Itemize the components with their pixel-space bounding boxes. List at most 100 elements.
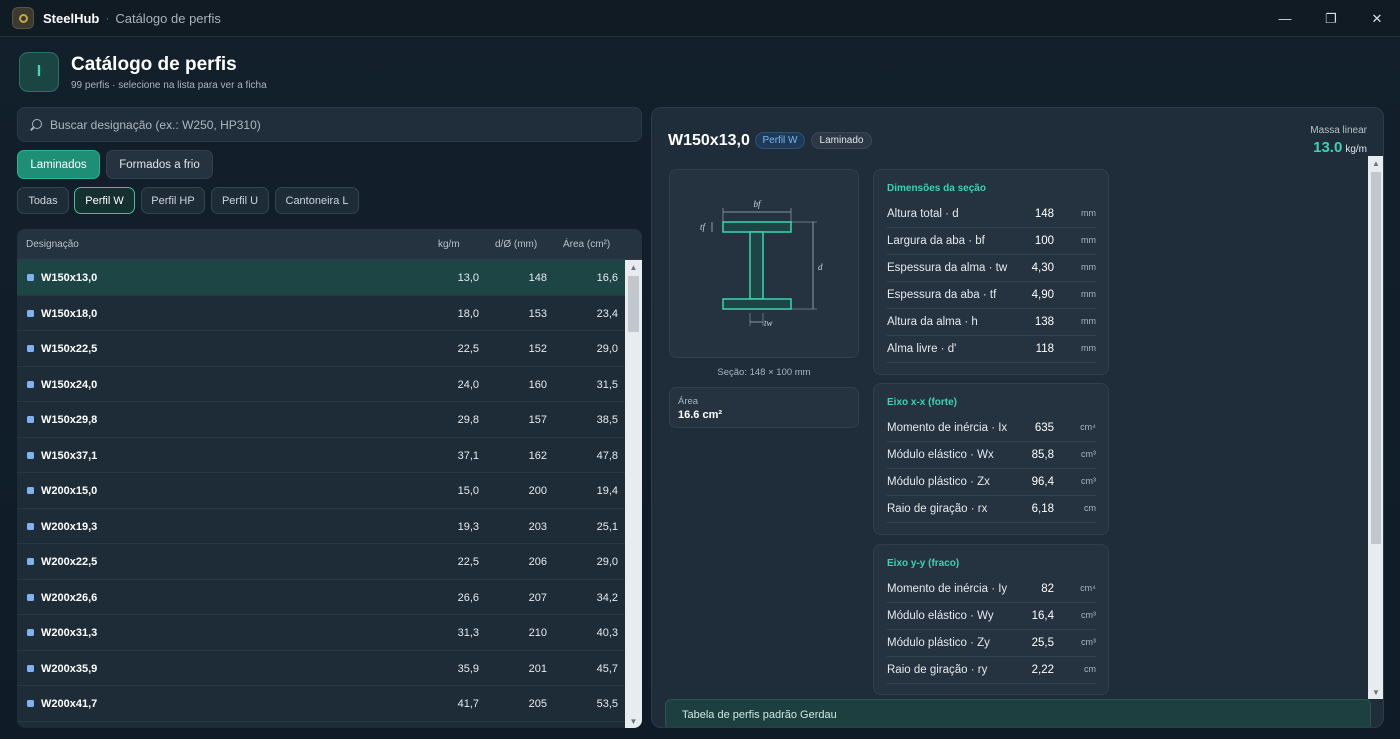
- tab-laminados[interactable]: Laminados: [17, 150, 100, 179]
- table-row[interactable]: W200x31,3 31,3 210 40,3: [17, 615, 625, 651]
- cell-designacao: W200x35,9: [41, 662, 98, 675]
- table-row[interactable]: W200x22,5 22,5 206 29,0: [17, 544, 625, 580]
- type-marker-icon: [27, 380, 34, 388]
- detail-scrollbar[interactable]: ▲ ▼: [1368, 156, 1383, 699]
- cell-designacao: W200x26,6: [41, 591, 98, 604]
- type-marker-icon: [27, 274, 34, 281]
- table-row[interactable]: W200x15,0 15,0 200 19,4: [17, 473, 625, 509]
- maximize-button[interactable]: ❐: [1308, 0, 1354, 37]
- cell-kgm: 29,8: [457, 414, 479, 426]
- scroll-thumb[interactable]: [628, 276, 639, 332]
- title-separator: ·: [105, 11, 110, 25]
- filter-perfil-u[interactable]: Perfil U: [211, 187, 269, 214]
- search-input[interactable]: [50, 117, 590, 132]
- table-row[interactable]: W200x26,6 26,6 207 34,2: [17, 580, 625, 615]
- cell-area: 47,8: [596, 449, 618, 462]
- property-value: 16,4: [1031, 610, 1054, 622]
- process-badge: Laminado: [811, 132, 872, 149]
- cell-area: 19,4: [596, 485, 618, 497]
- property-row: Alma livre · d' 118 mm: [887, 336, 1096, 363]
- property-unit: cm³: [1081, 637, 1096, 647]
- property-label: Módulo plástico · Zy: [887, 637, 990, 649]
- property-label: Espessura da alma · tw: [887, 262, 1008, 274]
- scroll-down-button[interactable]: ▼: [1368, 685, 1383, 699]
- detail-panel: W150x13,0 Perfil W Laminado Massa linear…: [651, 107, 1384, 728]
- section-drawing: bf tf d tw: [669, 169, 859, 358]
- cell-designacao: W150x18,0: [41, 307, 98, 320]
- property-value: 148: [1034, 208, 1054, 220]
- property-value: 100: [1034, 235, 1054, 247]
- property-label: Raio de giração · rx: [887, 503, 988, 515]
- type-marker-icon: [27, 487, 34, 494]
- filter-todas[interactable]: Todas: [17, 187, 69, 214]
- minimize-button[interactable]: —: [1262, 0, 1308, 37]
- close-button[interactable]: ✕: [1354, 0, 1400, 37]
- i-beam-icon: I: [19, 52, 59, 92]
- cell-kgm: 35,9: [457, 662, 479, 675]
- column-d[interactable]: d/Ø (mm): [495, 239, 537, 250]
- bottom-flange: [722, 298, 792, 310]
- cell-designacao: W200x15,0: [41, 485, 98, 497]
- table-row[interactable]: W150x37,1 37,1 162 47,8: [17, 438, 625, 473]
- table-row[interactable]: W150x18,0 18,0 153 23,4: [17, 296, 625, 331]
- cell-kgm: 18,0: [457, 307, 479, 320]
- table-row[interactable]: W200x41,7 41,7 205 53,5: [17, 686, 625, 722]
- table-row[interactable]: W150x13,0 13,0 148 16,6: [17, 260, 625, 296]
- card-title: Eixo x-x (forte): [887, 397, 958, 408]
- cell-d: 152: [528, 343, 547, 355]
- column-kgm[interactable]: kg/m: [438, 239, 460, 250]
- search-box[interactable]: [17, 107, 642, 142]
- scroll-down-button[interactable]: ▼: [625, 714, 642, 728]
- title-bar: SteelHub · Catálogo de perfis — ❐ ✕: [0, 0, 1400, 37]
- type-marker-icon: [27, 593, 34, 601]
- cell-area: 23,4: [596, 307, 618, 320]
- table-row[interactable]: W150x24,0 24,0 160 31,5: [17, 367, 625, 402]
- filter-perfil-w[interactable]: Perfil W: [74, 187, 135, 214]
- property-value: 85,8: [1031, 449, 1054, 461]
- cell-kgm: 26,6: [457, 591, 479, 604]
- cell-designacao: W200x22,5: [41, 556, 98, 568]
- card-title: Eixo y-y (fraco): [887, 558, 960, 569]
- property-unit: mm: [1081, 208, 1096, 218]
- column-area[interactable]: Área (cm²): [563, 239, 610, 250]
- table-row[interactable]: W150x29,8 29,8 157 38,5: [17, 402, 625, 438]
- scroll-thumb[interactable]: [1371, 172, 1381, 544]
- tw-label: tw: [764, 318, 773, 328]
- table-scrollbar[interactable]: ▲ ▼: [625, 260, 642, 728]
- cell-d: 207: [528, 591, 547, 604]
- property-label: Largura da aba · bf: [887, 235, 985, 247]
- cell-kgm: 31,3: [457, 627, 479, 639]
- app-logo-icon: [12, 7, 34, 29]
- type-marker-icon: [27, 345, 34, 352]
- cell-area: 31,5: [596, 378, 618, 391]
- property-label: Momento de inércia · Ix: [887, 422, 1008, 434]
- page-title: Catálogo de perfis: [71, 54, 237, 75]
- property-value: 4,30: [1031, 262, 1054, 274]
- page-subtitle: 99 perfis · selecione na lista para ver …: [71, 80, 267, 91]
- scroll-up-button[interactable]: ▲: [625, 260, 642, 274]
- cell-designacao: W150x13,0: [41, 272, 98, 284]
- card-eixo-x: Eixo x-x (forte) Momento de inércia · Ix…: [873, 383, 1109, 535]
- scroll-up-button[interactable]: ▲: [1368, 156, 1383, 170]
- type-marker-icon: [27, 664, 34, 672]
- table-row[interactable]: W200x19,3 19,3 203 25,1: [17, 509, 625, 544]
- filter-cantoneira-l[interactable]: Cantoneira L: [275, 187, 359, 214]
- table-row[interactable]: W150x22,5 22,5 152 29,0: [17, 331, 625, 367]
- cell-designacao: W200x31,3: [41, 627, 98, 639]
- mass-number: 13.0: [1313, 139, 1343, 156]
- column-designacao[interactable]: Designação: [26, 239, 79, 250]
- cell-kgm: 22,5: [457, 556, 479, 568]
- property-label: Altura total · d: [887, 208, 959, 220]
- area-value: 16.6 cm²: [678, 409, 723, 421]
- cell-area: 29,0: [596, 343, 618, 355]
- property-row: Altura total · d 148 mm: [887, 201, 1096, 228]
- tab-formados-a-frio[interactable]: Formados a frio: [106, 150, 213, 179]
- filter-perfil-hp[interactable]: Perfil HP: [141, 187, 205, 214]
- property-value: 6,18: [1031, 503, 1054, 515]
- cell-designacao: W150x37,1: [41, 449, 98, 462]
- mass-value: 13.0 kg/m: [1313, 139, 1367, 156]
- cell-kgm: 13,0: [457, 272, 479, 284]
- cell-designacao: W150x24,0: [41, 378, 98, 391]
- property-unit: cm³: [1081, 476, 1096, 486]
- table-row[interactable]: W200x35,9 35,9 201 45,7: [17, 651, 625, 686]
